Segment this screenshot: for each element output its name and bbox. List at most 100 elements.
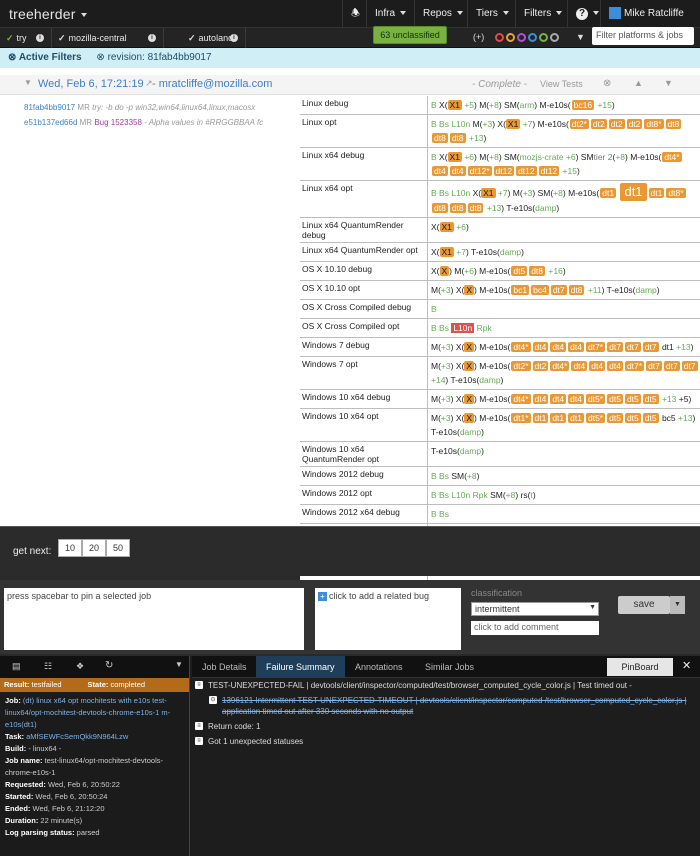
job-group-list[interactable]: B X(X1 +5) M(+8) SM(arm) M-e10s(bc16 +15…	[428, 96, 700, 114]
revision-hash[interactable]: 81fab4bb9017	[24, 103, 75, 112]
job-action-bar: ▤ ☷ ❖ ↻ ▼	[0, 656, 189, 678]
job-group-list[interactable]: B Bs SM(+8)	[428, 467, 700, 485]
filter-funnel-icon[interactable]: ▼	[576, 32, 585, 42]
repo-tab-autoland[interactable]: ✓ autoland i	[182, 28, 246, 48]
job-link[interactable]: (dt) linux x64 opt mochitests with e10s …	[5, 696, 170, 729]
author-icon: MR	[79, 118, 93, 127]
job-group-list[interactable]: B Bs L10n X(X1 +7) M(+3) SM(+8) M-e10s(d…	[428, 181, 700, 217]
failure-summary-list: ≡ TEST-UNEXPECTED-FAIL | devtools/client/…	[192, 680, 700, 751]
push-date-link[interactable]: Wed, Feb 6, 17:21:19	[38, 78, 144, 90]
comment-input[interactable]: click to add comment	[471, 621, 599, 635]
close-circle-icon: ⊗	[96, 52, 105, 63]
platform-row: Windows 7 opt M(+3) X(X) M-e10s(dt2* dt2 dt…	[300, 357, 700, 390]
raw-log-icon[interactable]: ▤	[12, 661, 21, 672]
bug-link[interactable]: Bug 1523358	[94, 118, 142, 127]
tab-failure-summary[interactable]: Failure Summary	[256, 656, 345, 678]
pin-bug-icon[interactable]: ⊙	[209, 696, 217, 704]
repo-tab-try[interactable]: ✓ try i	[0, 28, 52, 48]
revision-filter[interactable]: ⊗ revision: 81fab4bb9017	[96, 52, 211, 63]
job-group-list[interactable]: B Bs L10n M(+3) X(X1 +7) M-e10s(dt2* dt2 d…	[428, 115, 700, 147]
busted-filter-icon	[495, 33, 504, 42]
tab-similar-jobs[interactable]: Similar Jobs	[415, 656, 484, 678]
push-author-link[interactable]: - mratcliffe@mozilla.com	[152, 78, 272, 90]
platform-row: Linux opt B Bs L10n M(+3) X(X1 +7) M-e10s…	[300, 115, 700, 148]
related-bugs-box[interactable]: + click to add a related bug	[315, 588, 461, 650]
treeherder-logo[interactable]: treeherder	[9, 6, 87, 22]
repo-tab-mozilla-central[interactable]: ✓ mozilla-central i	[52, 28, 164, 48]
job-group-list[interactable]: B Bs	[428, 505, 700, 523]
job-group-list[interactable]: B X(X1 +6) M(+8) SM(mozjs-crate +6) SMti…	[428, 148, 700, 180]
save-dropdown-icon[interactable]: ▼	[670, 596, 685, 614]
task-link[interactable]: aMfSEWFcSemQkk9N964Lzw	[26, 732, 128, 741]
active-filters-label[interactable]: ⊗ Active Filters	[8, 52, 82, 63]
platform-row: OS X Cross Compiled opt B Bs L10n Rpk	[300, 319, 700, 338]
get-next-50-button[interactable]: 50	[106, 539, 130, 557]
revision-hash[interactable]: e51b137ed66d	[24, 118, 77, 127]
filters-menu[interactable]: Filters	[515, 0, 570, 28]
result-status-filters[interactable]	[495, 33, 559, 42]
view-tests-link[interactable]: View Tests	[540, 79, 583, 89]
close-icon[interactable]: ✕	[682, 659, 691, 672]
bell-icon[interactable]: 🕭	[342, 0, 366, 28]
retrigger-icon[interactable]: ↻	[105, 660, 113, 671]
add-bug-icon: +	[318, 592, 327, 601]
revision-message: try: -b do -p win32,win64,linux64,linux,…	[92, 103, 256, 112]
tiers-menu[interactable]: Tiers	[467, 0, 517, 28]
job-group-list[interactable]: M(+3) X(X) M-e10s(dt1* dt1 dt1 dt1 dt5* dt5 dt…	[428, 409, 700, 441]
get-next-10-button[interactable]: 10	[58, 539, 82, 557]
pinboard-button[interactable]: PinBoard	[607, 658, 673, 676]
bug-filer-icon[interactable]: ≡	[195, 722, 203, 730]
push-status: - Complete -	[472, 79, 528, 90]
pinboard-area: press spacebar to pin a selected job + cl…	[0, 580, 700, 654]
save-button[interactable]: save	[618, 596, 670, 614]
job-details-panel: ▤ ☷ ❖ ↻ ▼ Result: testfailed State: compl…	[0, 656, 700, 856]
platform-row: Windows 10 x64 opt M(+3) X(X) M-e10s(dt1*…	[300, 409, 700, 442]
log-viewer-icon[interactable]: ☷	[44, 661, 52, 672]
platform-row: Windows 10 x64 debug M(+3) X(X) M-e10s(dt…	[300, 390, 700, 409]
platform-row: Linux x64 opt B Bs L10n X(X1 +7) M(+3) SM…	[300, 181, 700, 218]
tab-annotations[interactable]: Annotations	[345, 656, 413, 678]
bug-filer-icon[interactable]: ≡	[195, 681, 203, 689]
pin-all-icon[interactable]: ▲	[634, 78, 643, 88]
testfailed-filter-icon	[506, 33, 515, 42]
check-icon: ✓	[58, 33, 66, 43]
top-navbar: treeherder 🕭 Infra Repos Tiers Filters ?…	[0, 0, 700, 28]
filter-platforms-input[interactable]: Filter platforms & jobs	[592, 27, 694, 45]
job-group-list[interactable]: X(X1 +7) T-e10s(damp)	[428, 243, 700, 261]
repos-menu[interactable]: Repos	[414, 0, 471, 28]
platform-row: OS X 10.10 opt M(+3) X(X) M-e10s(bc1 bc4 dt…	[300, 281, 700, 300]
job-group-list[interactable]: M(+3) X(X) M-e10s(dt4* dt4 dt4 dt4 dt5* dt5 dt…	[428, 390, 700, 408]
job-summary-panel: ▤ ☷ ❖ ↻ ▼ Result: testfailed State: compl…	[0, 656, 190, 856]
platform-name: Windows 10 x64 QuantumRender opt	[300, 442, 428, 466]
unclassified-count-button[interactable]: 63 unclassified	[373, 26, 447, 44]
action-menu-icon[interactable]: ▼	[664, 78, 673, 88]
job-group-list[interactable]: B	[428, 300, 700, 318]
job-count-toggle[interactable]: (+)	[473, 32, 484, 42]
classification-select[interactable]: intermittent ▼	[471, 602, 599, 616]
platform-job-grid: Linux debug B X(X1 +5) M(+8) SM(arm) M-e1…	[300, 96, 700, 581]
job-group-list[interactable]: B Bs L10n Rpk	[428, 319, 700, 337]
platform-name: OS X 10.10 debug	[300, 262, 428, 280]
suggested-bug-link[interactable]: 1396121 Intermittent TEST-UNEXPECTED-TIM…	[222, 696, 687, 716]
push-list: ▼ Wed, Feb 6, 17:21:19 ↗ - mratcliffe@mo…	[0, 68, 700, 581]
job-group-list[interactable]: B Bs L10n Rpk SM(+8) rs(t)	[428, 486, 700, 504]
job-group-list[interactable]: M(+3) X(X) M-e10s(dt4* dt4 dt4 dt4 dt7* dt7 dt…	[428, 338, 700, 356]
get-next-buttons: 10 20 50	[58, 539, 130, 557]
user-menu[interactable]: Mike Ratcliffe	[600, 0, 700, 28]
bug-filer-icon[interactable]: ≡	[195, 737, 203, 745]
platform-name: Windows 10 x64 opt	[300, 409, 428, 441]
job-group-list[interactable]: T-e10s(damp)	[428, 442, 700, 466]
job-group-list[interactable]: X(X) M(+6) M-e10s(dt5 dt8 +16)	[428, 262, 700, 280]
job-group-list[interactable]: M(+3) X(X) M-e10s(bc1 bc4 dt7 dt8 +11) T-e1…	[428, 281, 700, 299]
pinned-jobs-box[interactable]: press spacebar to pin a selected job	[4, 588, 304, 650]
tab-job-details[interactable]: Job Details	[192, 656, 257, 678]
infra-menu[interactable]: Infra	[366, 0, 414, 28]
get-next-20-button[interactable]: 20	[82, 539, 106, 557]
more-menu-icon[interactable]: ▼	[175, 660, 183, 669]
job-group-list[interactable]: X(X1 +6)	[428, 218, 700, 242]
platform-name: Linux x64 opt	[300, 181, 428, 217]
job-group-list[interactable]: M(+3) X(X) M-e10s(dt2* dt2 dt4* dt4 dt4 dt4 dt…	[428, 357, 700, 389]
collapse-icon[interactable]: ▼	[24, 78, 32, 87]
pin-icon[interactable]: ❖	[76, 661, 84, 672]
cancel-all-icon[interactable]: ⊗	[603, 78, 611, 89]
